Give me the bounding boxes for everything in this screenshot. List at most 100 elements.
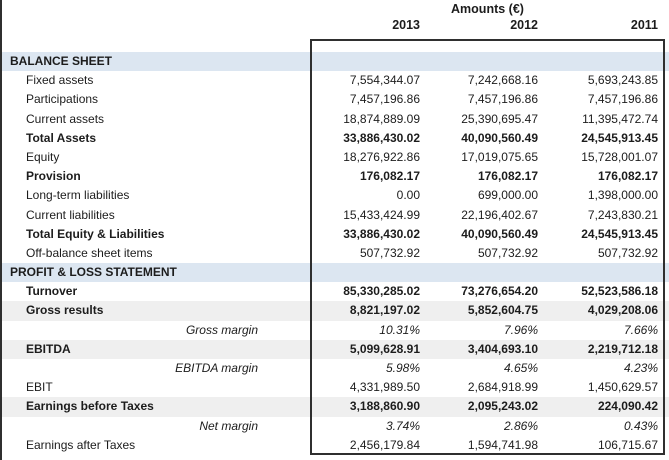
- row-value[interactable]: [538, 52, 658, 71]
- table-row: Off-balance sheet items 507,732.92 507,7…: [0, 244, 669, 263]
- row-value[interactable]: 507,732.92: [310, 244, 420, 263]
- row-label[interactable]: PROFIT & LOSS STATEMENT: [0, 263, 310, 282]
- row-value[interactable]: 1,594,741.98: [420, 436, 538, 455]
- table-row: EBITDA margin 5.98% 4.65% 4.23%: [0, 359, 669, 378]
- table-row: Total Assets 33,886,430.02 40,090,560.49…: [0, 129, 669, 148]
- row-value[interactable]: 25,390,695.47: [420, 110, 538, 129]
- row-label[interactable]: Provision: [0, 167, 310, 186]
- table-row: Total Equity & Liabilities 33,886,430.02…: [0, 225, 669, 244]
- row-label[interactable]: Fixed assets: [0, 71, 310, 90]
- row-value[interactable]: 3,404,693.10: [420, 340, 538, 359]
- row-value[interactable]: [310, 52, 420, 71]
- row-label[interactable]: EBIT: [0, 378, 310, 397]
- row-label[interactable]: Earnings after Taxes: [0, 436, 310, 455]
- row-label[interactable]: Total Equity & Liabilities: [0, 225, 310, 244]
- year-label-2012[interactable]: 2012: [420, 16, 538, 35]
- row-value[interactable]: 18,874,889.09: [310, 110, 420, 129]
- row-value[interactable]: [420, 52, 538, 71]
- row-value[interactable]: 176,082.17: [310, 167, 420, 186]
- row-value[interactable]: 7,243,830.21: [538, 206, 658, 225]
- row-value[interactable]: [420, 263, 538, 282]
- row-value[interactable]: 24,545,913.45: [538, 129, 658, 148]
- row-value[interactable]: 4.65%: [420, 359, 538, 378]
- row-value[interactable]: 33,886,430.02: [310, 129, 420, 148]
- row-label[interactable]: Long-term liabilities: [0, 186, 310, 205]
- row-value[interactable]: 3.74%: [310, 417, 420, 436]
- row-value[interactable]: 17,019,075.65: [420, 148, 538, 167]
- row-value[interactable]: 7,242,668.16: [420, 71, 538, 90]
- table-row: Earnings before Taxes 3,188,860.90 2,095…: [0, 397, 669, 416]
- year-label-2013[interactable]: 2013: [310, 16, 420, 35]
- row-value[interactable]: 8,821,197.02: [310, 301, 420, 320]
- row-value[interactable]: 15,433,424.99: [310, 206, 420, 225]
- row-value[interactable]: 5,852,604.75: [420, 301, 538, 320]
- table-row: Fixed assets 7,554,344.07 7,242,668.16 5…: [0, 71, 669, 90]
- row-value[interactable]: 73,276,654.20: [420, 282, 538, 301]
- table-row: PROFIT & LOSS STATEMENT: [0, 263, 669, 282]
- row-label[interactable]: Total Assets: [0, 129, 310, 148]
- row-label[interactable]: BALANCE SHEET: [0, 52, 310, 71]
- row-value[interactable]: 507,732.92: [538, 244, 658, 263]
- row-label[interactable]: Equity: [0, 148, 310, 167]
- row-value[interactable]: 4,029,208.06: [538, 301, 658, 320]
- row-value[interactable]: 7,554,344.07: [310, 71, 420, 90]
- row-label[interactable]: Gross margin: [0, 321, 310, 340]
- row-value[interactable]: 699,000.00: [420, 186, 538, 205]
- row-value[interactable]: 85,330,285.02: [310, 282, 420, 301]
- row-value[interactable]: [538, 263, 658, 282]
- row-label[interactable]: Net margin: [0, 417, 310, 436]
- table-row: EBIT 4,331,989.50 2,684,918.99 1,450,629…: [0, 378, 669, 397]
- table-row: Current liabilities 15,433,424.99 22,196…: [0, 206, 669, 225]
- table-row: Provision 176,082.17 176,082.17 176,082.…: [0, 167, 669, 186]
- row-label[interactable]: EBITDA: [0, 340, 310, 359]
- table-row: Gross margin 10.31% 7.96% 7.66%: [0, 321, 669, 340]
- table-row: BALANCE SHEET: [0, 52, 669, 71]
- row-value[interactable]: 0.00: [310, 186, 420, 205]
- row-label[interactable]: Gross results: [0, 301, 310, 320]
- row-value[interactable]: 1,450,629.57: [538, 378, 658, 397]
- year-label-2011[interactable]: 2011: [538, 16, 658, 35]
- row-value[interactable]: 106,715.67: [538, 436, 658, 455]
- row-value[interactable]: 2,219,712.18: [538, 340, 658, 359]
- row-value[interactable]: 40,090,560.49: [420, 129, 538, 148]
- row-value[interactable]: 5,099,628.91: [310, 340, 420, 359]
- row-value[interactable]: 40,090,560.49: [420, 225, 538, 244]
- row-value[interactable]: 0.43%: [538, 417, 658, 436]
- row-value[interactable]: 24,545,913.45: [538, 225, 658, 244]
- row-value[interactable]: 2,456,179.84: [310, 436, 420, 455]
- row-value[interactable]: 22,196,402.67: [420, 206, 538, 225]
- row-value[interactable]: 507,732.92: [420, 244, 538, 263]
- row-value[interactable]: 5.98%: [310, 359, 420, 378]
- row-value[interactable]: 1,398,000.00: [538, 186, 658, 205]
- row-value[interactable]: 10.31%: [310, 321, 420, 340]
- row-label[interactable]: Earnings before Taxes: [0, 397, 310, 416]
- row-label[interactable]: Current liabilities: [0, 206, 310, 225]
- row-label[interactable]: Participations: [0, 90, 310, 109]
- row-value[interactable]: 7.66%: [538, 321, 658, 340]
- row-label[interactable]: Current assets: [0, 110, 310, 129]
- row-label[interactable]: Off-balance sheet items: [0, 244, 310, 263]
- row-value[interactable]: 176,082.17: [538, 167, 658, 186]
- row-value[interactable]: 224,090.42: [538, 397, 658, 416]
- row-value[interactable]: 4.23%: [538, 359, 658, 378]
- row-value[interactable]: 5,693,243.85: [538, 71, 658, 90]
- row-value[interactable]: 52,523,586.18: [538, 282, 658, 301]
- row-value[interactable]: 4,331,989.50: [310, 378, 420, 397]
- row-value[interactable]: 176,082.17: [420, 167, 538, 186]
- row-label[interactable]: EBITDA margin: [0, 359, 310, 378]
- row-value[interactable]: 2,684,918.99: [420, 378, 538, 397]
- row-value[interactable]: 33,886,430.02: [310, 225, 420, 244]
- row-value[interactable]: 7,457,196.86: [420, 90, 538, 109]
- table-row: Earnings after Taxes 2,456,179.84 1,594,…: [0, 436, 669, 455]
- row-value[interactable]: 2,095,243.02: [420, 397, 538, 416]
- row-value[interactable]: 7,457,196.86: [310, 90, 420, 109]
- row-value[interactable]: 2.86%: [420, 417, 538, 436]
- row-value[interactable]: 7,457,196.86: [538, 90, 658, 109]
- row-value[interactable]: [310, 263, 420, 282]
- row-label[interactable]: Turnover: [0, 282, 310, 301]
- row-value[interactable]: 11,395,472.74: [538, 110, 658, 129]
- row-value[interactable]: 18,276,922.86: [310, 148, 420, 167]
- row-value[interactable]: 15,728,001.07: [538, 148, 658, 167]
- row-value[interactable]: 3,188,860.90: [310, 397, 420, 416]
- row-value[interactable]: 7.96%: [420, 321, 538, 340]
